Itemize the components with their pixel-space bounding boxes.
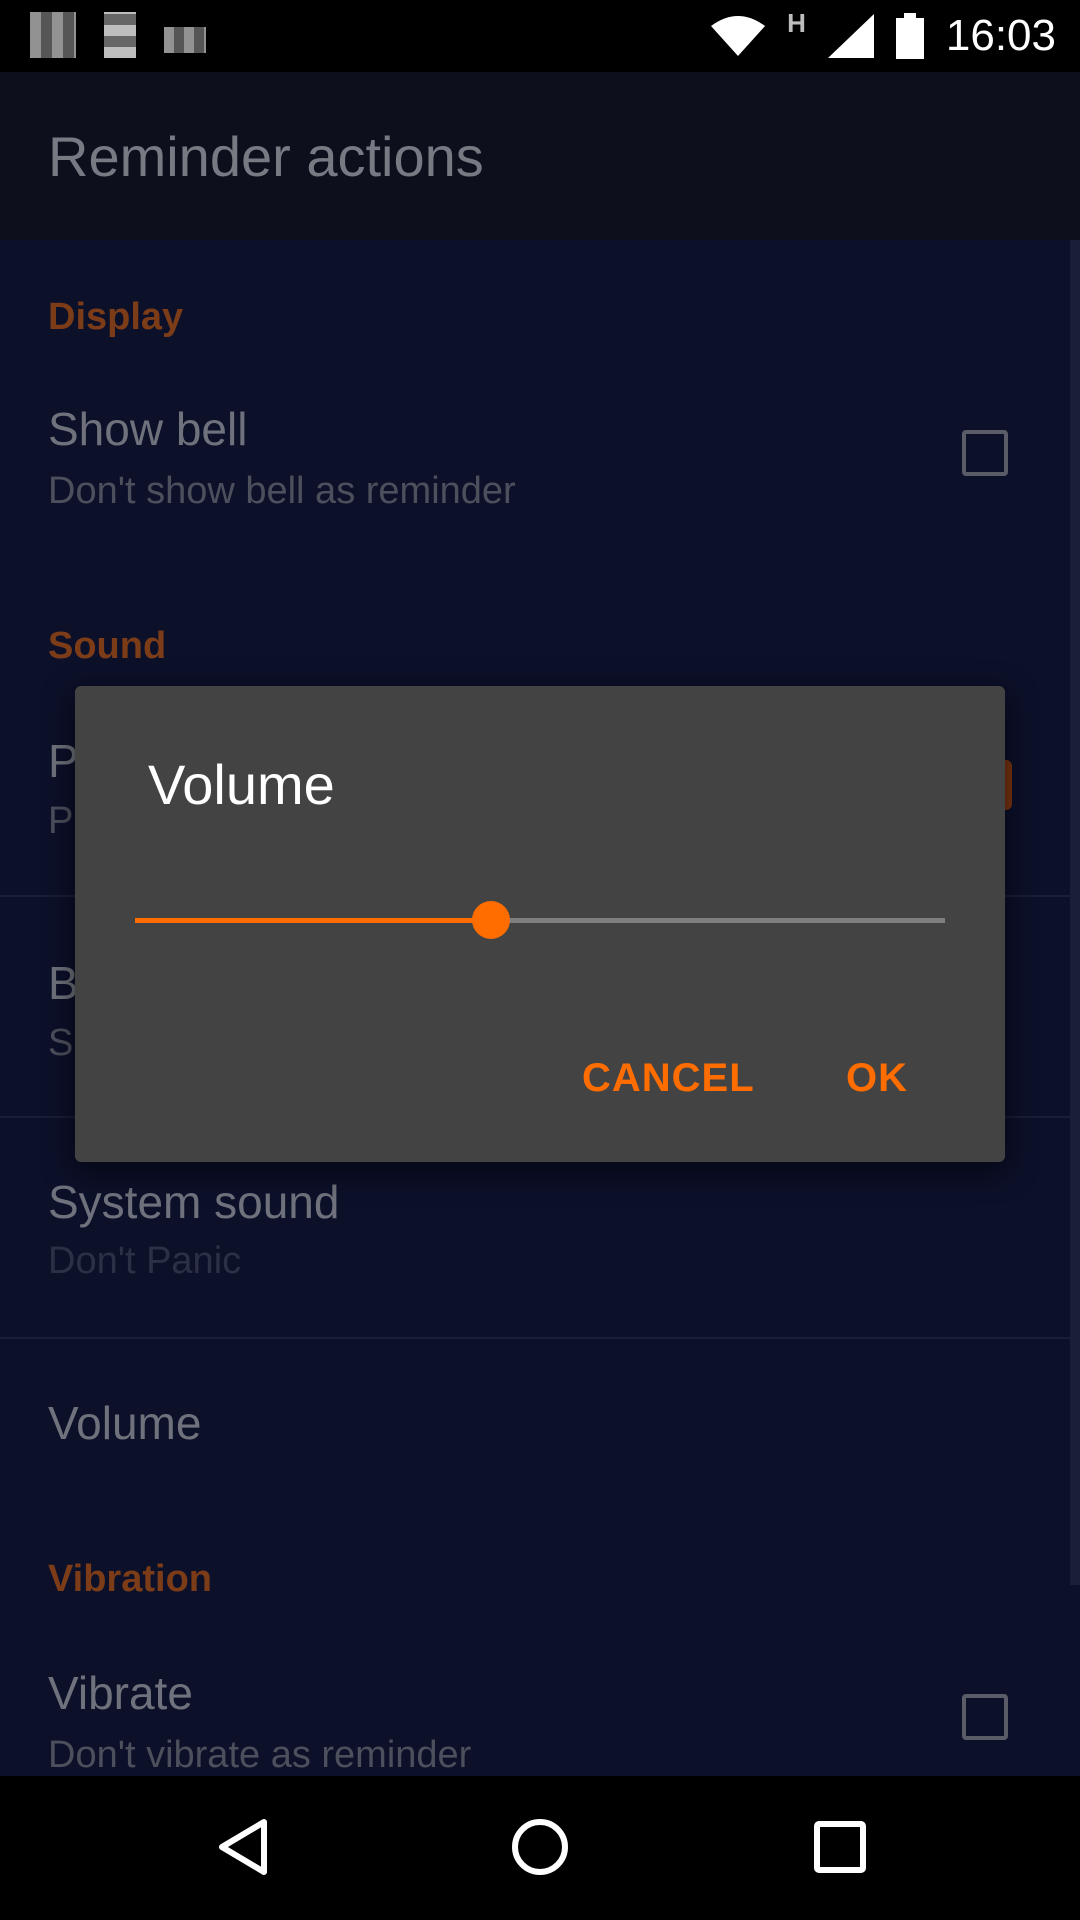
volume-dialog: Volume CANCEL OK — [75, 686, 1005, 1162]
cancel-button[interactable]: CANCEL — [582, 1056, 755, 1101]
recents-icon[interactable] — [812, 1816, 868, 1878]
back-icon[interactable] — [214, 1816, 270, 1878]
dialog-scrim[interactable]: Volume CANCEL OK — [0, 0, 1080, 1776]
nav-bar — [0, 1776, 1080, 1920]
ok-button[interactable]: OK — [846, 1056, 908, 1101]
dialog-title: Volume — [148, 753, 335, 816]
home-icon[interactable] — [510, 1816, 570, 1878]
slider-thumb[interactable] — [472, 901, 511, 939]
volume-slider[interactable] — [135, 901, 945, 939]
slider-fill — [135, 918, 492, 923]
